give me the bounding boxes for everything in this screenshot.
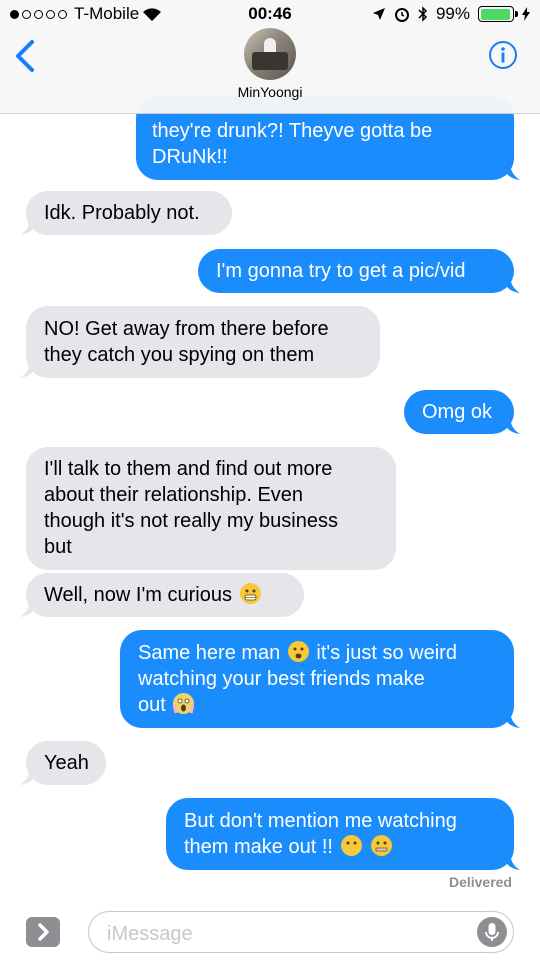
battery-percent: 99%	[435, 4, 470, 23]
outgoing-message[interactable]: I'm gonna try to get a pic/vid	[198, 249, 520, 293]
message-text: though it's not really my business	[44, 510, 338, 532]
message-text: Yeah	[44, 752, 89, 774]
bubble-tail	[20, 767, 38, 785]
bluetooth-icon	[418, 6, 428, 22]
bubble-tail	[20, 217, 38, 235]
message-text: NO! Get away from there before	[44, 318, 329, 340]
incoming-message[interactable]: Yeah	[20, 741, 106, 785]
bubble-tail	[20, 360, 38, 378]
avatar[interactable]	[244, 28, 296, 80]
grimacing-face-icon	[239, 583, 261, 604]
message-text: I'll talk to them and find out more	[44, 458, 333, 480]
frowning-face-icon	[287, 641, 309, 662]
face-screaming-icon	[173, 693, 195, 714]
incoming-message[interactable]: Idk. Probably not.	[20, 191, 232, 235]
outgoing-message[interactable]: Omg ok	[404, 390, 520, 434]
message-text: Same here man	[138, 642, 281, 664]
charging-bolt-icon	[522, 7, 530, 21]
message-text: Omg ok	[422, 401, 493, 423]
chevron-right-icon	[38, 923, 49, 941]
bubble-tail	[20, 599, 38, 617]
message-text: DRuNk!!	[152, 146, 228, 168]
apps-button[interactable]	[26, 917, 60, 947]
bubble-tail	[502, 710, 520, 728]
incoming-message[interactable]: I'll talk to them and find out more abou…	[26, 447, 396, 570]
microphone-button[interactable]	[477, 917, 507, 947]
hushed-face-icon	[340, 835, 362, 856]
back-chevron-icon[interactable]	[12, 38, 42, 74]
message-text: out	[138, 694, 166, 716]
message-text: Idk. Probably not.	[44, 202, 200, 224]
message-text: they're drunk?! Theyve gotta be	[152, 120, 433, 142]
message-text: they catch you spying on them	[44, 344, 315, 366]
alarm-icon	[394, 8, 409, 22]
message-text: Well, now I'm curious	[44, 584, 232, 606]
incoming-message[interactable]: NO! Get away from there before they catc…	[20, 306, 380, 378]
bubble-tail	[502, 852, 520, 870]
incoming-message[interactable]: Well, now I'm curious	[20, 573, 304, 617]
zipper-mouth-face-icon	[371, 835, 393, 856]
message-text: but	[44, 536, 72, 558]
battery-icon	[478, 6, 518, 22]
message-text: them make out !!	[184, 836, 333, 858]
microphone-icon	[485, 923, 499, 941]
bubble-tail	[502, 162, 520, 180]
info-icon[interactable]	[488, 40, 518, 70]
location-arrow-icon	[372, 8, 385, 20]
bubble-tail	[502, 416, 520, 434]
status-bar: T-Mobile 00:46 99%	[0, 0, 540, 28]
message-field-container[interactable]	[88, 911, 514, 953]
message-input-bar	[0, 900, 540, 960]
outgoing-message[interactable]: But don't mention me watching them make …	[166, 798, 520, 870]
delivered-status: Delivered	[448, 874, 512, 890]
message-text: it's just so weird	[316, 642, 457, 664]
bubble-tail	[502, 275, 520, 293]
message-input[interactable]	[105, 920, 469, 948]
message-text: But don't mention me watching	[184, 810, 457, 832]
message-text: about their relationship. Even	[44, 484, 304, 506]
contact-name[interactable]: MinYoongi	[0, 84, 540, 100]
message-text: I'm gonna try to get a pic/vid	[216, 260, 466, 282]
message-text: watching your best friends make	[138, 668, 425, 690]
outgoing-message[interactable]: Same here man it's just so weird watchin…	[120, 630, 520, 728]
